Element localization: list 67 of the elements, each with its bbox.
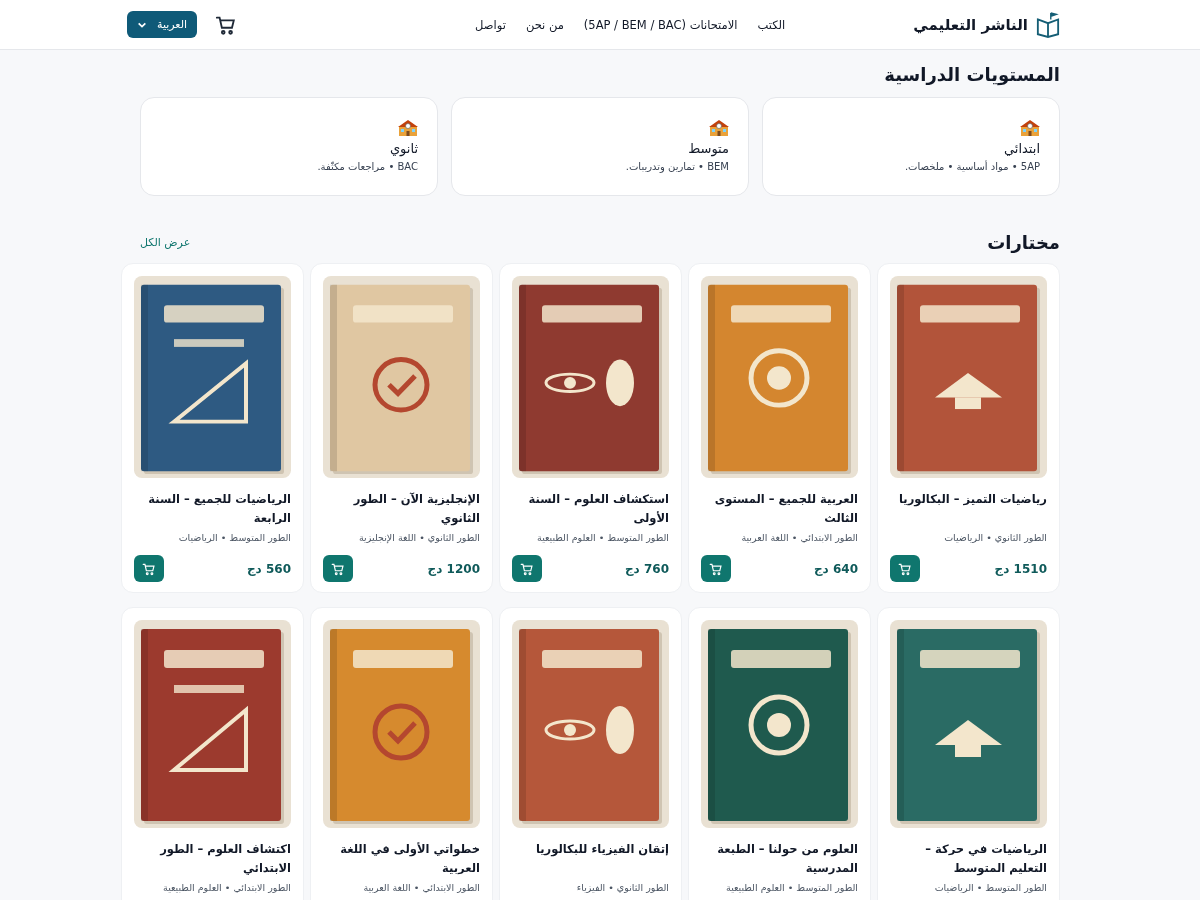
level-card[interactable]: ابتدائي 5AP • مواد أساسية • ملخصات.: [762, 97, 1060, 196]
product-title[interactable]: اكتشاف العلوم – الطور الابتدائي: [134, 840, 291, 878]
product-card[interactable]: العلوم من حولنا – الطبعة المدرسية الطور المتوسط • العلوم الطبيعية: [688, 607, 871, 900]
cart-icon: [898, 561, 912, 576]
level-title: متوسط: [688, 141, 729, 156]
product-title[interactable]: استكشاف العلوم – السنة الأولى: [512, 490, 669, 528]
product-meta: الطور الثانوي • اللغة الإنجليزية: [358, 532, 480, 543]
cart-icon: [709, 561, 723, 576]
product-meta: الطور المتوسط • العلوم الطبيعية: [536, 532, 669, 543]
level-description: BEM • تمارين وتدريبات.: [625, 161, 729, 172]
price: 640 دج: [813, 561, 858, 576]
nav-link[interactable]: الكتب: [757, 17, 786, 32]
level-description: 5AP • مواد أساسية • ملخصات.: [904, 161, 1040, 172]
product-card[interactable]: الرياضيات في حركة – التعليم المتوسط الطور المتوسط • الرياضيات: [877, 607, 1060, 900]
product-title[interactable]: رياضيات التميز – البكالوريا: [890, 490, 1047, 528]
product-meta: الطور الثانوي • الرياضيات: [943, 532, 1047, 543]
site-logo[interactable]: الناشر التعليمي: [913, 15, 1028, 34]
level-title: ابتدائي: [1003, 141, 1040, 156]
cart-icon: [520, 561, 534, 576]
product-title[interactable]: العلوم من حولنا – الطبعة المدرسية: [701, 840, 858, 878]
product-card[interactable]: العربية للجميع – المستوى الثالث الطور الابتدائي • اللغة العربية 640 دج: [688, 263, 871, 593]
section-title: مختارات: [987, 232, 1060, 253]
product-card[interactable]: اكتشاف العلوم – الطور الابتدائي الطور الابتدائي • العلوم الطبيعية: [121, 607, 304, 900]
product-meta: الطور الابتدائي • العلوم الطبيعية: [162, 882, 291, 893]
product-card[interactable]: الإنجليزية الآن – الطور الثانوي الطور الثانوي • اللغة الإنجليزية 1200 دج: [310, 263, 493, 593]
product-card[interactable]: إتقان الفيزياء للبكالوريا الطور الثانوي • الفيزياء: [499, 607, 682, 900]
level-title: ثانوي: [389, 141, 418, 156]
section-title: المستويات الدراسية: [883, 64, 1060, 85]
product-title[interactable]: الرياضيات للجميع – السنة الرابعة: [134, 490, 291, 528]
product-meta: الطور المتوسط • العلوم الطبيعية: [725, 882, 858, 893]
level-card[interactable]: متوسط BEM • تمارين وتدريبات.: [451, 97, 749, 196]
cart-icon: [142, 561, 156, 576]
product-card[interactable]: خطواتي الأولى في اللغة العربية الطور الابتدائي • اللغة العربية: [310, 607, 493, 900]
school-icon: [398, 119, 418, 137]
add-to-cart-button[interactable]: [134, 555, 164, 582]
product-title[interactable]: إتقان الفيزياء للبكالوريا: [512, 840, 669, 878]
product-meta: الطور المتوسط • الرياضيات: [177, 532, 291, 543]
product-title[interactable]: العربية للجميع – المستوى الثالث: [701, 490, 858, 528]
book-logo-icon: [1036, 11, 1060, 38]
product-meta: الطور الثانوي • الفيزياء: [575, 882, 669, 893]
product-title[interactable]: الإنجليزية الآن – الطور الثانوي: [323, 490, 480, 528]
view-all-link[interactable]: عرض الكل: [140, 236, 191, 249]
product-title[interactable]: الرياضيات في حركة – التعليم المتوسط: [890, 840, 1047, 878]
language-button[interactable]: العربية: [127, 11, 198, 38]
product-meta: الطور الابتدائي • اللغة العربية: [362, 882, 480, 893]
school-icon: [709, 119, 729, 137]
school-icon: [1020, 119, 1040, 137]
price: 560 دج: [246, 561, 291, 576]
product-card[interactable]: استكشاف العلوم – السنة الأولى الطور المتوسط • العلوم الطبيعية 760 دج: [499, 263, 682, 593]
product-title[interactable]: خطواتي الأولى في اللغة العربية: [323, 840, 480, 878]
product-meta: الطور الابتدائي • اللغة العربية: [740, 532, 858, 543]
level-description: BAC • مراجعات مكثّفة.: [317, 161, 418, 172]
price: 760 دج: [624, 561, 669, 576]
product-card[interactable]: رياضيات التميز – البكالوريا الطور الثانوي • الرياضيات 1510 دج: [877, 263, 1060, 593]
add-to-cart-button[interactable]: [890, 555, 920, 582]
add-to-cart-button[interactable]: [512, 555, 542, 582]
add-to-cart-button[interactable]: [701, 555, 731, 582]
nav-link[interactable]: الامتحانات (5AP / BEM / BAC): [583, 17, 738, 32]
product-card[interactable]: الرياضيات للجميع – السنة الرابعة الطور المتوسط • الرياضيات 560 دج: [121, 263, 304, 593]
price: 1510 دج: [994, 561, 1047, 576]
nav-link[interactable]: من نحن: [525, 17, 564, 32]
product-meta: الطور المتوسط • الرياضيات: [933, 882, 1047, 893]
add-to-cart-button[interactable]: [323, 555, 353, 582]
cart-icon: [331, 561, 345, 576]
nav-link[interactable]: تواصل: [475, 17, 506, 32]
price: 1200 دج: [427, 561, 480, 576]
level-card[interactable]: ثانوي BAC • مراجعات مكثّفة.: [140, 97, 438, 196]
